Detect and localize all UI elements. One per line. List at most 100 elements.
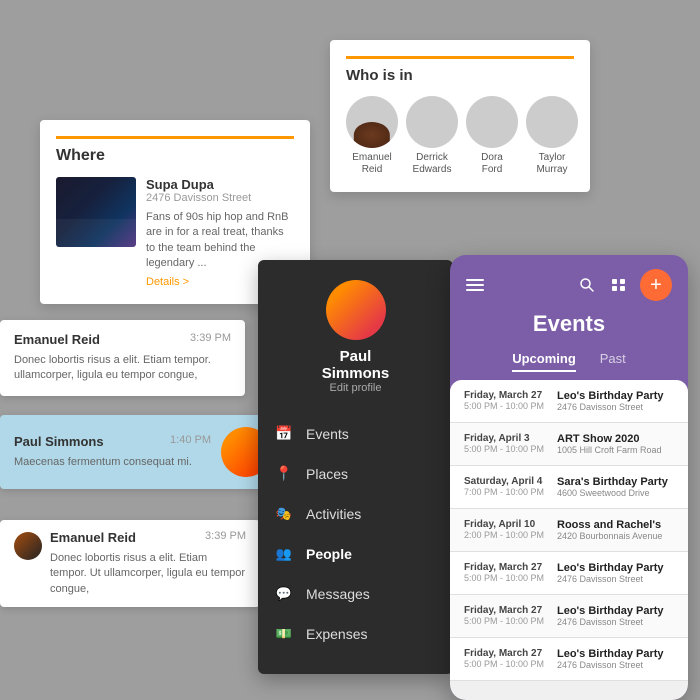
venue-address: 2476 Davisson Street bbox=[146, 192, 294, 204]
event-date-col-5: Friday, March 27 5:00 PM - 10:00 PM bbox=[464, 562, 549, 583]
person-item-eman: EmanuelReid bbox=[346, 96, 398, 176]
person-name-taylor: TaylorMurray bbox=[536, 152, 567, 176]
sidebar-item-messages[interactable]: Messages bbox=[274, 574, 437, 614]
person-item-derrick: DerrickEdwards bbox=[406, 96, 458, 176]
person-item-dora: DoraFord bbox=[466, 96, 518, 176]
event-date-1: Friday, March 27 bbox=[464, 390, 549, 401]
activities-icon bbox=[274, 504, 294, 524]
chat-header-3: Emanuel Reid 3:39 PM bbox=[50, 530, 246, 545]
sidebar-label-expenses: Expenses bbox=[306, 626, 367, 642]
event-loc-7: 2476 Davisson Street bbox=[557, 660, 674, 670]
event-row-2[interactable]: Friday, April 3 5:00 PM - 10:00 PM ART S… bbox=[450, 423, 688, 466]
venue-image bbox=[56, 177, 136, 247]
event-time-4: 2:00 PM - 10:00 PM bbox=[464, 530, 549, 540]
person-name-derrick: DerrickEdwards bbox=[413, 152, 452, 176]
chat-time-2: 1:40 PM bbox=[170, 434, 211, 449]
event-time-2: 5:00 PM - 10:00 PM bbox=[464, 444, 549, 454]
event-time-7: 5:00 PM - 10:00 PM bbox=[464, 659, 549, 669]
event-date-4: Friday, April 10 bbox=[464, 519, 549, 530]
chat-message-1: Emanuel Reid 3:39 PM Donec lobortis risu… bbox=[0, 320, 245, 396]
chat-time-1: 3:39 PM bbox=[190, 332, 231, 347]
chat-name-1: Emanuel Reid bbox=[14, 332, 100, 347]
event-date-3: Saturday, April 4 bbox=[464, 476, 549, 487]
calendar-icon bbox=[274, 424, 294, 444]
sidebar-label-messages: Messages bbox=[306, 586, 370, 602]
who-title: Who is in bbox=[346, 56, 574, 84]
expenses-icon bbox=[274, 624, 294, 644]
event-loc-3: 4600 Sweetwood Drive bbox=[557, 488, 674, 498]
sidebar-item-expenses[interactable]: Expenses bbox=[274, 614, 437, 654]
tab-upcoming[interactable]: Upcoming bbox=[512, 351, 576, 372]
event-date-7: Friday, March 27 bbox=[464, 648, 549, 659]
event-time-3: 7:00 PM - 10:00 PM bbox=[464, 487, 549, 497]
event-name-1: Leo's Birthday Party bbox=[557, 390, 674, 402]
avatar-derrick bbox=[406, 96, 458, 148]
event-loc-1: 2476 Davisson Street bbox=[557, 402, 674, 412]
sidebar-label-places: Places bbox=[306, 466, 348, 482]
chat-text-3: Donec lobortis risus a elit. Etiam tempo… bbox=[50, 551, 246, 597]
event-date-col-7: Friday, March 27 5:00 PM - 10:00 PM bbox=[464, 648, 549, 669]
sidebar-label-events: Events bbox=[306, 426, 349, 442]
avatar-taylor bbox=[526, 96, 578, 148]
tab-past[interactable]: Past bbox=[600, 351, 626, 372]
events-title-row: Events bbox=[450, 311, 688, 347]
event-date-6: Friday, March 27 bbox=[464, 605, 549, 616]
chat-text-2: Maecenas fermentum consequat mi. bbox=[14, 455, 211, 470]
events-title: Events bbox=[466, 311, 672, 337]
msg-content-3: Emanuel Reid 3:39 PM Donec lobortis risu… bbox=[50, 530, 246, 597]
sidebar-item-events[interactable]: Events bbox=[274, 414, 437, 454]
sidebar-item-places[interactable]: Places bbox=[274, 454, 437, 494]
avatar-eman bbox=[346, 96, 398, 148]
event-row-3[interactable]: Saturday, April 4 7:00 PM - 10:00 PM Sar… bbox=[450, 466, 688, 509]
venue-name: Supa Dupa bbox=[146, 177, 294, 192]
event-date-col-3: Saturday, April 4 7:00 PM - 10:00 PM bbox=[464, 476, 549, 497]
chat-name-3: Emanuel Reid bbox=[50, 530, 136, 545]
event-info-6: Leo's Birthday Party 2476 Davisson Stree… bbox=[557, 605, 674, 627]
events-list: Friday, March 27 5:00 PM - 10:00 PM Leo'… bbox=[450, 380, 688, 700]
event-date-5: Friday, March 27 bbox=[464, 562, 549, 573]
chat-name-2: Paul Simmons bbox=[14, 434, 104, 449]
add-event-button[interactable]: + bbox=[640, 269, 672, 301]
chat-content-2: Paul Simmons 1:40 PM Maecenas fermentum … bbox=[14, 434, 211, 470]
chat-header-2: Paul Simmons 1:40 PM bbox=[14, 434, 211, 449]
event-info-7: Leo's Birthday Party 2476 Davisson Stree… bbox=[557, 648, 674, 670]
event-row-1[interactable]: Friday, March 27 5:00 PM - 10:00 PM Leo'… bbox=[450, 380, 688, 423]
where-title: Where bbox=[56, 136, 294, 165]
grid-view-icon[interactable] bbox=[608, 274, 630, 296]
mini-avatar-eman bbox=[14, 532, 42, 560]
event-row-6[interactable]: Friday, March 27 5:00 PM - 10:00 PM Leo'… bbox=[450, 595, 688, 638]
sidebar-label-activities: Activities bbox=[306, 506, 361, 522]
events-app: + Events Upcoming Past Friday, March 27 … bbox=[450, 255, 688, 700]
sidebar-username: PaulSimmons bbox=[322, 348, 390, 382]
hamburger-menu[interactable] bbox=[466, 279, 484, 291]
person-item-taylor: TaylorMurray bbox=[526, 96, 578, 176]
sidebar-avatar-paul bbox=[326, 280, 386, 340]
event-name-7: Leo's Birthday Party bbox=[557, 648, 674, 660]
event-row-5[interactable]: Friday, March 27 5:00 PM - 10:00 PM Leo'… bbox=[450, 552, 688, 595]
event-name-5: Leo's Birthday Party bbox=[557, 562, 674, 574]
event-name-4: Rooss and Rachel's bbox=[557, 519, 674, 531]
search-icon[interactable] bbox=[576, 274, 598, 296]
event-time-6: 5:00 PM - 10:00 PM bbox=[464, 616, 549, 626]
event-row-4[interactable]: Friday, April 10 2:00 PM - 10:00 PM Roos… bbox=[450, 509, 688, 552]
sidebar-item-activities[interactable]: Activities bbox=[274, 494, 437, 534]
event-time-1: 5:00 PM - 10:00 PM bbox=[464, 401, 549, 411]
event-loc-4: 2420 Bourbonnais Avenue bbox=[557, 531, 674, 541]
event-date-2: Friday, April 3 bbox=[464, 433, 549, 444]
messages-icon bbox=[274, 584, 294, 604]
event-loc-2: 1005 Hill Croft Farm Road bbox=[557, 445, 674, 455]
event-info-3: Sara's Birthday Party 4600 Sweetwood Dri… bbox=[557, 476, 674, 498]
who-card: Who is in EmanuelReid DerrickEdwards Dor… bbox=[330, 40, 590, 192]
sidebar-label-people: People bbox=[306, 546, 352, 562]
sidebar-edit-link[interactable]: Edit profile bbox=[330, 382, 382, 394]
event-date-col-1: Friday, March 27 5:00 PM - 10:00 PM bbox=[464, 390, 549, 411]
event-name-6: Leo's Birthday Party bbox=[557, 605, 674, 617]
sidebar-profile: PaulSimmons Edit profile bbox=[274, 280, 437, 394]
event-loc-5: 2476 Davisson Street bbox=[557, 574, 674, 584]
sidebar-item-people[interactable]: People bbox=[274, 534, 437, 574]
event-row-7[interactable]: Friday, March 27 5:00 PM - 10:00 PM Leo'… bbox=[450, 638, 688, 681]
events-topbar: + bbox=[450, 255, 688, 311]
person-name-eman: EmanuelReid bbox=[352, 152, 391, 176]
chat-text-1: Donec lobortis risus a elit. Etiam tempo… bbox=[14, 353, 231, 384]
event-info-1: Leo's Birthday Party 2476 Davisson Stree… bbox=[557, 390, 674, 412]
